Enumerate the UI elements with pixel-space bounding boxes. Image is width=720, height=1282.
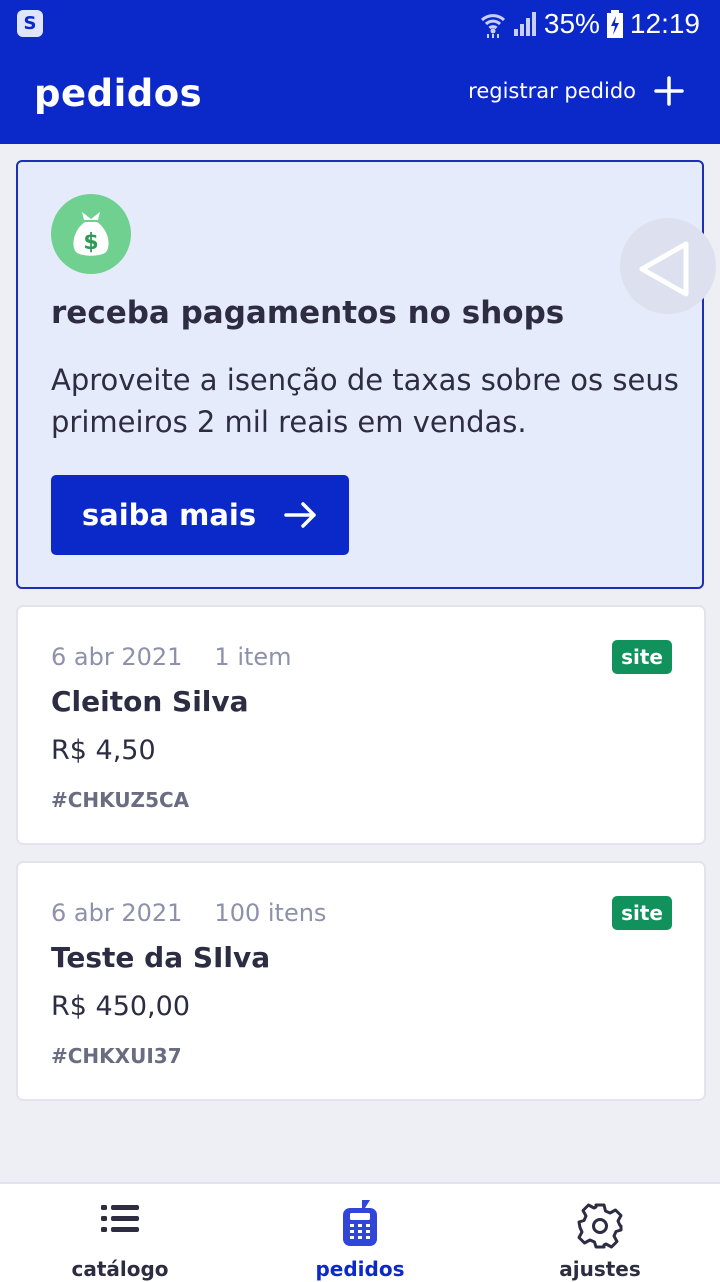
register-order-button[interactable]: registrar pedido [468, 76, 684, 106]
wifi-icon [480, 14, 505, 38]
bottom-navigation: catálogo pedidos ajustes [0, 1182, 720, 1282]
order-card[interactable]: 6 abr 2021 100 itens site Teste da SIlva… [16, 861, 706, 1101]
order-item-count: 100 itens [214, 899, 327, 927]
nav-label: catálogo [71, 1257, 169, 1281]
back-triangle-icon [639, 241, 689, 297]
order-total: R$ 4,50 [51, 735, 156, 766]
order-total: R$ 450,00 [51, 991, 190, 1022]
list-icon [101, 1205, 139, 1232]
page-title: pedidos [34, 72, 203, 115]
app-bar: pedidos registrar pedido [0, 48, 720, 144]
app-notification-icon: S [17, 10, 43, 37]
signal-icon [513, 12, 536, 36]
clock: 12:19 [629, 8, 700, 39]
order-source-badge: site [612, 640, 672, 674]
status-icons: 35% 12:19 [480, 6, 700, 42]
promo-title: receba pagamentos no shops [51, 295, 565, 331]
order-code: #CHKUZ5CA [51, 788, 190, 812]
battery-charging-icon [606, 10, 623, 38]
order-customer-name: Teste da SIlva [51, 941, 271, 974]
svg-text:$: $ [83, 230, 98, 255]
order-code: #CHKXUI37 [51, 1044, 182, 1068]
nav-label: ajustes [559, 1257, 641, 1281]
order-source-badge: site [612, 896, 672, 930]
status-bar: S 35% 12:19 [0, 0, 720, 48]
plus-icon [654, 76, 684, 106]
promo-card: $ receba pagamentos no shops Aproveite a… [16, 160, 704, 589]
battery-percent: 35% [543, 8, 600, 39]
register-order-label: registrar pedido [468, 79, 636, 103]
gear-icon [577, 1203, 623, 1249]
learn-more-label: saiba mais [81, 498, 257, 532]
register-icon [343, 1200, 377, 1246]
nav-item-orders[interactable]: pedidos [240, 1184, 480, 1282]
order-customer-name: Cleiton Silva [51, 685, 249, 718]
money-bag-icon: $ [51, 194, 131, 274]
arrow-right-icon [284, 502, 316, 528]
floating-back-button[interactable] [620, 218, 716, 314]
learn-more-button[interactable]: saiba mais [51, 475, 349, 555]
order-date: 6 abr 2021 [51, 899, 183, 927]
order-meta: 6 abr 2021 1 item [51, 643, 292, 671]
order-item-count: 1 item [214, 643, 292, 671]
nav-label: pedidos [315, 1257, 405, 1281]
order-date: 6 abr 2021 [51, 643, 183, 671]
nav-item-catalog[interactable]: catálogo [0, 1184, 240, 1282]
nav-item-settings[interactable]: ajustes [480, 1184, 720, 1282]
promo-description: Aproveite a isenção de taxas sobre os se… [51, 363, 679, 439]
order-meta: 6 abr 2021 100 itens [51, 899, 326, 927]
order-card[interactable]: 6 abr 2021 1 item site Cleiton Silva R$ … [16, 605, 706, 845]
